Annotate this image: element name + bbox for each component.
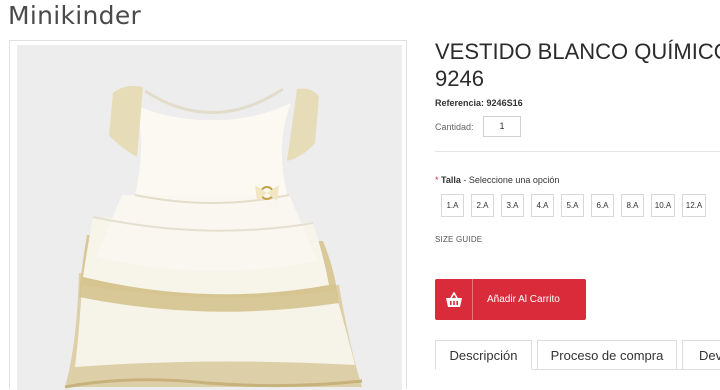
required-mark: * bbox=[435, 175, 439, 185]
dress-illustration bbox=[64, 85, 363, 389]
quantity-input[interactable]: 1 bbox=[483, 116, 521, 137]
size-option[interactable]: 5.A bbox=[561, 194, 584, 217]
size-option[interactable]: 3.A bbox=[501, 194, 524, 217]
add-to-cart-button[interactable]: Añadir Al Carrito bbox=[435, 279, 586, 320]
product-image[interactable] bbox=[17, 45, 402, 390]
size-option[interactable]: 8.A bbox=[621, 194, 644, 217]
quantity-label: Cantidad: bbox=[435, 122, 474, 132]
product-title: VESTIDO BLANCO QUÍMICO 9246 bbox=[435, 38, 720, 92]
divider bbox=[435, 151, 720, 152]
shopping-basket-icon bbox=[435, 279, 473, 320]
size-selector-label: * Talla - Seleccione una opción bbox=[435, 175, 559, 185]
add-to-cart-label: Añadir Al Carrito bbox=[487, 294, 560, 305]
product-reference: Referencia: 9246S16 bbox=[435, 98, 523, 108]
size-option[interactable]: 2.A bbox=[471, 194, 494, 217]
reference-label: Referencia: bbox=[435, 98, 485, 108]
size-option[interactable]: 12.A bbox=[682, 194, 706, 217]
reference-value: 9246S16 bbox=[486, 98, 523, 108]
size-hint: - Seleccione una opción bbox=[460, 175, 560, 185]
product-title-line1: VESTIDO BLANCO QUÍMICO bbox=[435, 39, 720, 64]
size-option[interactable]: 1.A bbox=[441, 194, 464, 217]
size-option[interactable]: 4.A bbox=[531, 194, 554, 217]
tab-proceso-de-compra[interactable]: Proceso de compra bbox=[537, 340, 677, 370]
size-label: Talla bbox=[441, 175, 461, 185]
size-options: 1.A 2.A 3.A 4.A 5.A 6.A 8.A 10.A 12.A bbox=[441, 194, 706, 217]
product-title-line2: 9246 bbox=[435, 66, 484, 91]
size-option[interactable]: 6.A bbox=[591, 194, 614, 217]
size-option[interactable]: 10.A bbox=[651, 194, 675, 217]
brand-logo[interactable]: Minikinder bbox=[8, 1, 141, 30]
tab-devoluciones[interactable]: Dev bbox=[682, 340, 720, 370]
tab-descripcion[interactable]: Descripción bbox=[435, 340, 532, 370]
size-guide-link[interactable]: SIZE GUIDE bbox=[435, 235, 482, 244]
product-image-frame bbox=[9, 40, 407, 390]
